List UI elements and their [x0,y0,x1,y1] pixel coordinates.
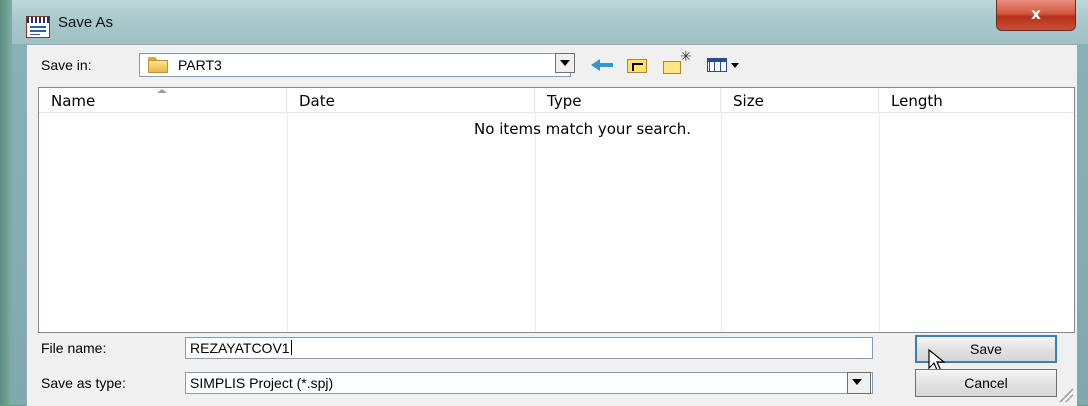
save-in-value: PART3 [178,57,222,73]
save-as-type-label: Save as type: [41,375,126,391]
column-label-date: Date [299,92,335,110]
close-button[interactable]: x [996,0,1076,31]
new-folder-icon[interactable] [663,49,692,75]
save-as-type-value: SIMPLIS Project (*.spj) [190,375,334,391]
column-divider [721,112,722,332]
save-in-dropdown-arrow[interactable] [555,53,575,73]
column-label-length: Length [891,92,943,110]
file-name-value: REZAYATCOV1 [190,340,290,356]
column-header-date[interactable]: Date [287,88,535,112]
column-label-name: Name [51,92,96,110]
cancel-button[interactable]: Cancel [915,369,1057,397]
save-as-type-dropdown[interactable]: SIMPLIS Project (*.spj) [185,372,873,394]
column-divider [879,112,880,332]
column-divider [287,112,288,332]
column-label-size: Size [733,92,764,110]
app-icon [26,16,50,38]
save-button-label: Save [970,341,1002,357]
cancel-button-label: Cancel [964,375,1008,391]
back-arrow-icon[interactable] [591,55,615,75]
empty-message: No items match your search. [474,120,691,138]
sort-up-icon [157,89,167,93]
column-header-size[interactable]: Size [721,88,879,112]
file-name-label: File name: [41,340,107,356]
folder-icon [148,57,168,73]
view-menu-icon[interactable] [707,55,741,75]
text-caret [290,340,292,355]
save-in-label: Save in: [41,57,92,73]
title-bar[interactable]: Save As x [12,0,1088,44]
column-header-length[interactable]: Length [879,88,1074,112]
save-in-dropdown[interactable]: PART3 [139,53,571,77]
column-header-type[interactable]: Type [535,88,721,112]
save-as-dialog: Save As x Save in: PART3 Name Date Ty [0,0,1088,406]
column-header-name[interactable]: Name [39,88,287,112]
column-label-type: Type [547,92,582,110]
file-name-input[interactable]: REZAYATCOV1 [185,337,873,359]
up-folder-icon[interactable] [627,55,649,75]
list-header: Name Date Type Size Length [39,88,1074,113]
save-as-type-dropdown-arrow[interactable] [847,372,871,394]
column-divider [535,112,536,332]
window-title: Save As [58,14,114,31]
dialog-body: Save in: PART3 Name Date Type [26,44,1077,406]
file-list[interactable]: Name Date Type Size Length No items matc… [38,87,1075,333]
window-frame-accent [0,0,12,405]
resize-grip-icon[interactable] [1059,388,1073,402]
